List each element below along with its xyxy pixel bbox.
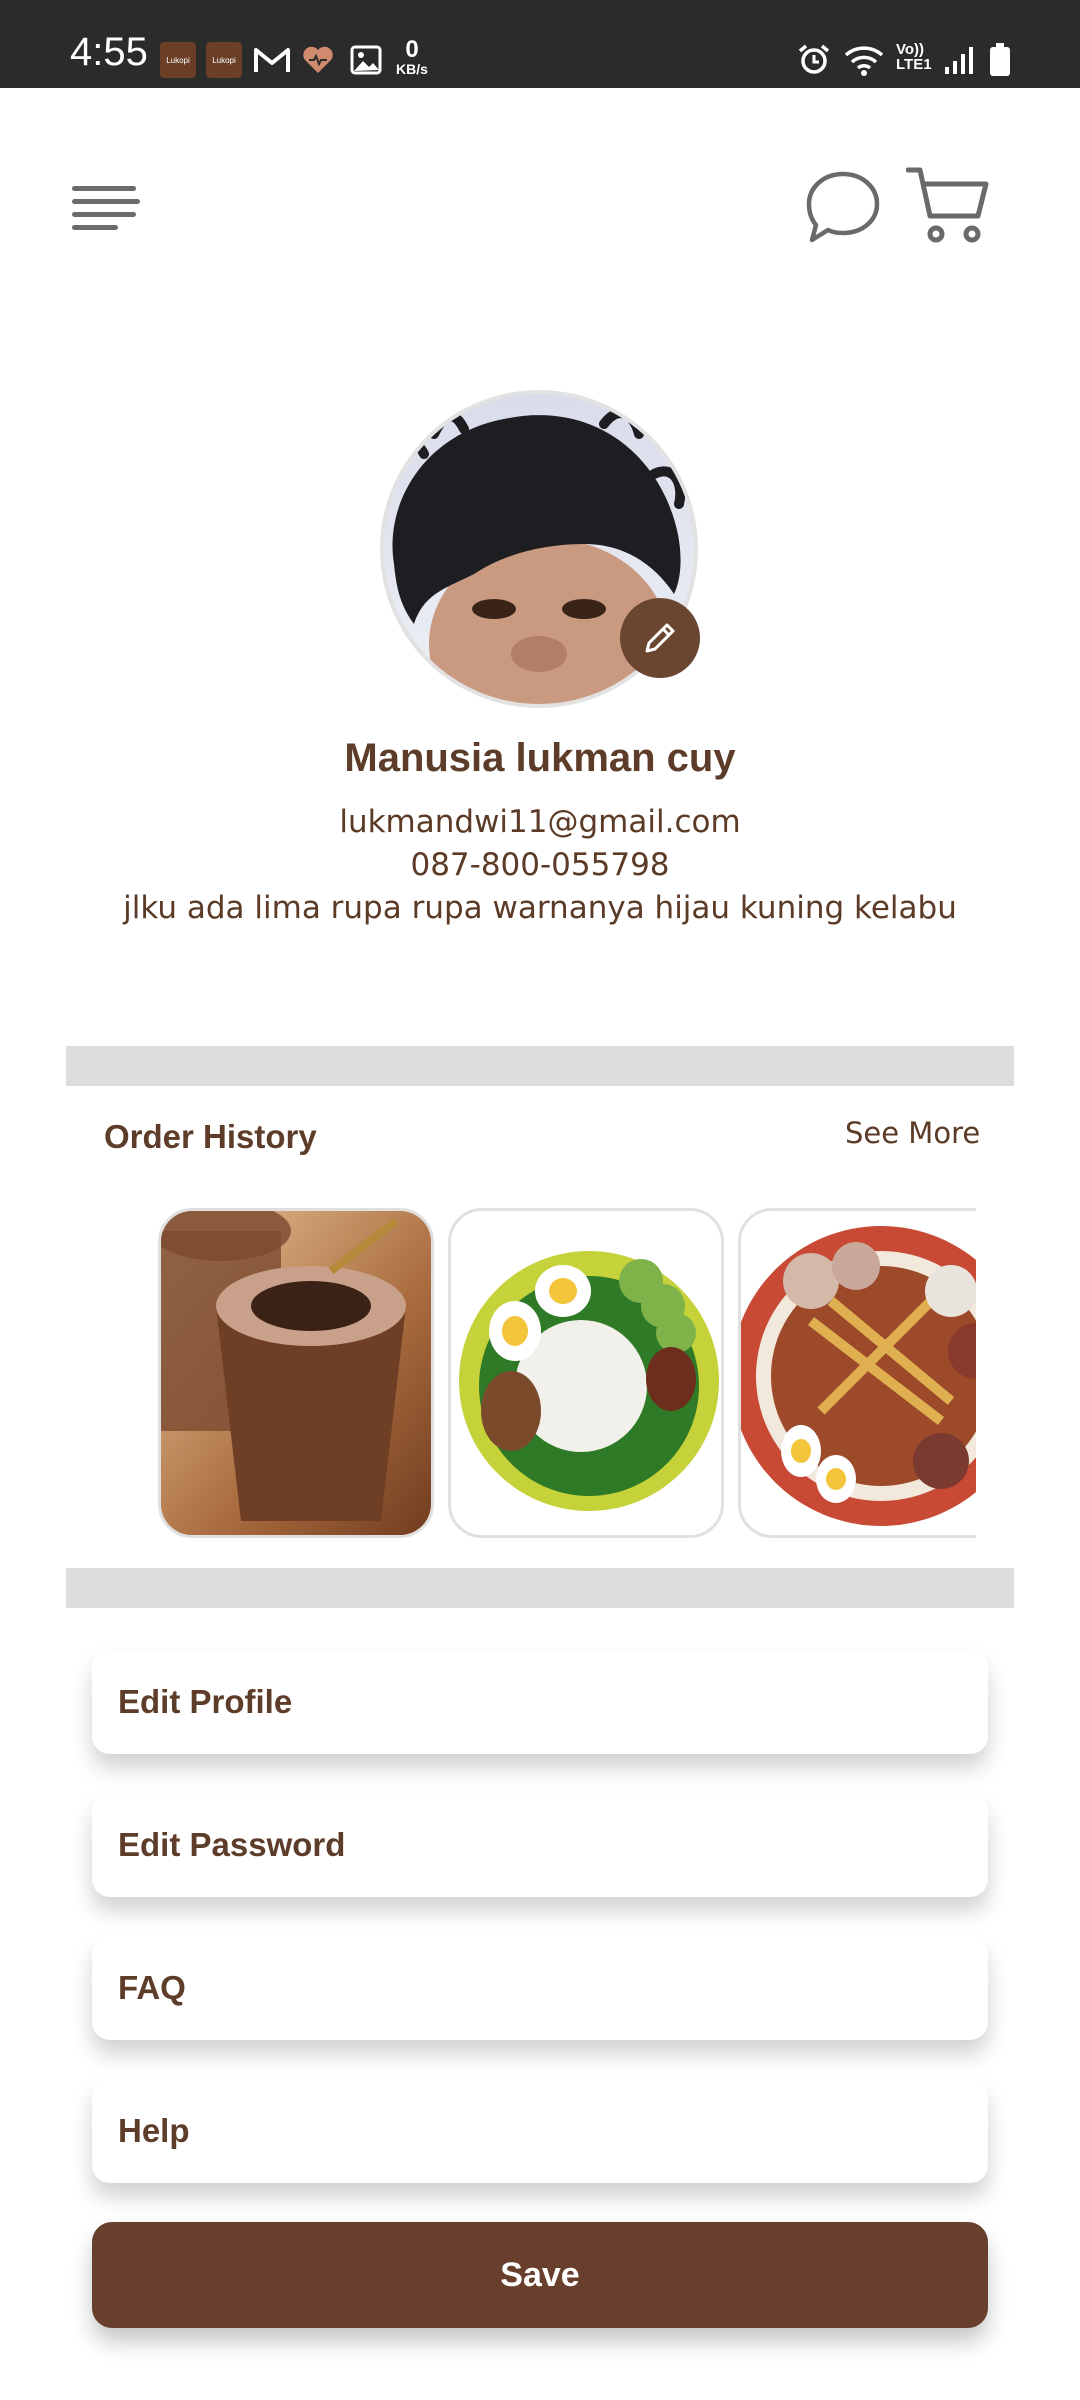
health-icon xyxy=(300,40,336,80)
edit-avatar-button[interactable] xyxy=(620,598,700,678)
section-divider xyxy=(66,1046,1014,1086)
status-bar: 4:55 Lukopi Lukopi 0 KB/s Vo)) LTE1 xyxy=(0,0,1080,88)
profile-phone: 087-800-055798 xyxy=(410,847,670,883)
profile-email: lukmandwi11@gmail.com xyxy=(339,804,741,840)
faq-button[interactable]: FAQ xyxy=(92,1936,988,2040)
lte-indicator: Vo)) LTE1 xyxy=(896,41,932,73)
wifi-icon xyxy=(842,40,886,80)
lukopi-notification-icon: Lukopi xyxy=(160,42,196,78)
gallery-icon xyxy=(348,40,384,80)
pencil-icon xyxy=(645,623,675,653)
order-history-item[interactable] xyxy=(448,1208,724,1538)
status-time: 4:55 xyxy=(70,30,148,74)
lukopi-notification-icon: Lukopi xyxy=(206,42,242,78)
network-speed: 0 KB/s xyxy=(396,36,428,77)
menu-icon[interactable] xyxy=(72,184,140,234)
edit-password-button[interactable]: Edit Password xyxy=(92,1793,988,1897)
chat-icon[interactable] xyxy=(806,170,880,244)
edit-profile-button[interactable]: Edit Profile xyxy=(92,1650,988,1754)
section-divider xyxy=(66,1568,1014,1608)
alarm-icon xyxy=(796,40,832,80)
profile-name: Manusia lukman cuy xyxy=(344,736,736,780)
gmail-icon xyxy=(252,40,292,80)
save-button[interactable]: Save xyxy=(92,2222,988,2328)
signal-icon xyxy=(942,40,976,80)
profile-bio: jlku ada lima rupa rupa warnanya hijau k… xyxy=(123,890,957,926)
order-history-carousel[interactable] xyxy=(158,1208,976,1540)
order-history-item[interactable] xyxy=(738,1208,976,1538)
order-history-item[interactable] xyxy=(158,1208,434,1538)
profile-avatar-container xyxy=(380,390,700,708)
battery-icon xyxy=(986,40,1014,80)
see-more-link[interactable]: See More xyxy=(845,1116,980,1150)
help-button[interactable]: Help xyxy=(92,2079,988,2183)
order-history-title: Order History xyxy=(104,1118,317,1155)
cart-icon[interactable] xyxy=(905,164,990,244)
